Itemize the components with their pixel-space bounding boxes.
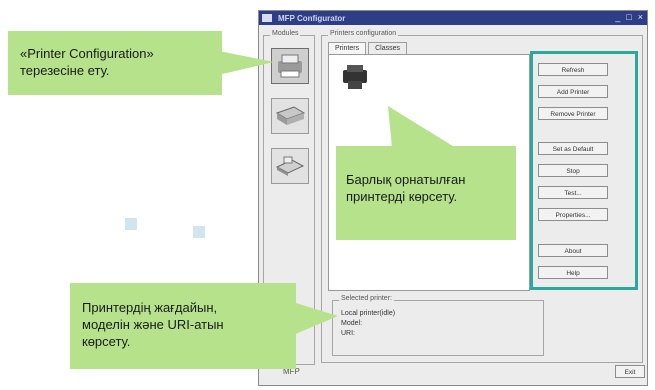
title-bar[interactable]: MFP Configurator _ □ × xyxy=(259,11,647,25)
printer-status-callout: Принтердің жағдайын, моделін және URI-ат… xyxy=(70,283,296,369)
callout-arrow xyxy=(214,50,274,76)
maximize-icon[interactable]: □ xyxy=(626,12,631,22)
printer-item-icon[interactable] xyxy=(339,61,371,93)
buttons-highlight-frame xyxy=(530,51,638,290)
module-port-button[interactable] xyxy=(271,148,309,184)
printers-config-legend: Printers configuration xyxy=(328,30,399,37)
modules-legend: Modules xyxy=(270,30,301,37)
show-printers-callout-text: Барлық орнатылған принтерді көрсету. xyxy=(346,172,466,204)
tab-printers[interactable]: Printers xyxy=(328,42,367,54)
printer-status-callout-text: Принтердің жағдайын, моделін және URI-ат… xyxy=(82,300,224,349)
show-printers-callout: Барлық орнатылған принтерді көрсету. xyxy=(336,146,516,240)
close-icon[interactable]: × xyxy=(638,12,643,22)
window-title: MFP Configurator xyxy=(278,13,346,23)
minimize-icon[interactable]: _ xyxy=(615,12,620,22)
exit-button[interactable]: Exit xyxy=(615,365,645,378)
config-window-callout-text: «Printer Configuration» терезесіне ету. xyxy=(20,46,154,78)
tab-classes[interactable]: Classes xyxy=(368,42,408,54)
decorative-square xyxy=(125,218,137,230)
scanner-icon xyxy=(275,106,306,125)
port-icon xyxy=(275,156,305,176)
window-menu-icon[interactable] xyxy=(262,14,272,22)
selected-printer-legend: Selected printer: xyxy=(339,295,394,302)
decorative-square xyxy=(193,226,205,238)
printer-status-text: Local printer(idle) xyxy=(341,310,396,317)
module-scanner-button[interactable] xyxy=(271,98,309,134)
selected-printer-box: Selected printer: Local printer(idle) Mo… xyxy=(332,295,544,356)
config-window-callout: «Printer Configuration» терезесіне ету. xyxy=(8,31,222,95)
